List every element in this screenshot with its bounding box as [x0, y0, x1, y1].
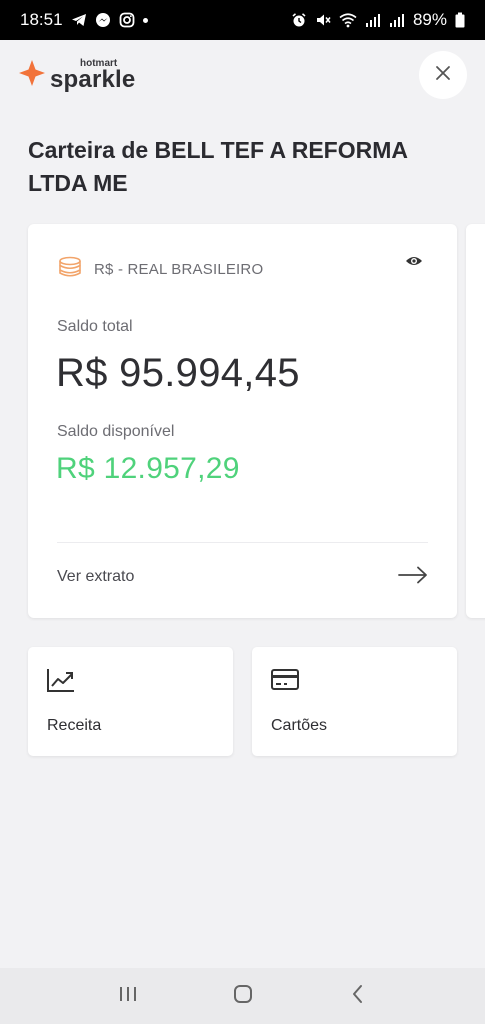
available-balance-value: R$ 12.957,29	[56, 452, 240, 485]
card-divider	[57, 542, 428, 543]
alarm-icon	[291, 12, 307, 28]
revenue-tile[interactable]: Receita	[28, 647, 233, 756]
mute-icon	[315, 12, 331, 28]
trending-up-icon	[46, 667, 76, 698]
total-balance-value: R$ 95.994,45	[56, 351, 300, 395]
recent-apps-icon	[117, 984, 139, 1009]
app-header: hotmart sparkle	[0, 40, 485, 110]
signal-icon	[389, 12, 405, 28]
system-nav-bar	[0, 968, 485, 1024]
close-button[interactable]	[419, 51, 467, 99]
telegram-icon	[71, 12, 87, 28]
brand-name: sparkle	[50, 65, 136, 93]
battery-icon	[455, 12, 465, 28]
currency-label: R$ - REAL BRASILEIRO	[94, 261, 264, 278]
status-left: 18:51	[20, 10, 148, 30]
home-icon	[232, 983, 254, 1010]
sparkle-logo-icon	[18, 59, 46, 92]
arrow-right-icon	[398, 566, 428, 589]
signal-icon	[365, 12, 381, 28]
status-time: 18:51	[20, 10, 63, 29]
credit-card-icon	[270, 667, 300, 698]
cards-tile[interactable]: Cartões	[252, 647, 457, 756]
back-button[interactable]	[338, 976, 378, 1016]
home-button[interactable]	[223, 976, 263, 1016]
recent-apps-button[interactable]	[108, 976, 148, 1016]
page-title: Carteira de BELL TEF A REFORMA LTDA ME	[28, 137, 408, 196]
wifi-icon	[339, 12, 357, 28]
total-balance-label: Saldo total	[57, 318, 133, 335]
close-icon	[435, 65, 451, 86]
next-card-peek[interactable]	[466, 224, 485, 618]
coins-icon	[58, 256, 84, 283]
status-bar: 18:51 89%	[0, 0, 485, 40]
revenue-label: Receita	[47, 717, 102, 734]
dot-icon	[142, 17, 148, 23]
eye-icon	[405, 255, 423, 272]
cards-label: Cartões	[271, 717, 328, 734]
balance-card: R$ - REAL BRASILEIRO Saldo total R$ 95.9…	[28, 224, 457, 618]
toggle-visibility-button[interactable]	[405, 254, 423, 273]
available-balance-label: Saldo disponível	[57, 423, 175, 440]
battery-percent: 89%	[412, 10, 447, 29]
view-statement-button[interactable]: Ver extrato	[57, 560, 428, 594]
messenger-icon	[95, 12, 111, 28]
brand-logo: hotmart sparkle	[18, 58, 136, 93]
status-right: 89%	[291, 10, 465, 30]
instagram-icon	[119, 12, 135, 28]
view-statement-label: Ver extrato	[57, 568, 135, 585]
currency-row: R$ - REAL BRASILEIRO	[58, 256, 263, 283]
back-icon	[350, 984, 366, 1009]
